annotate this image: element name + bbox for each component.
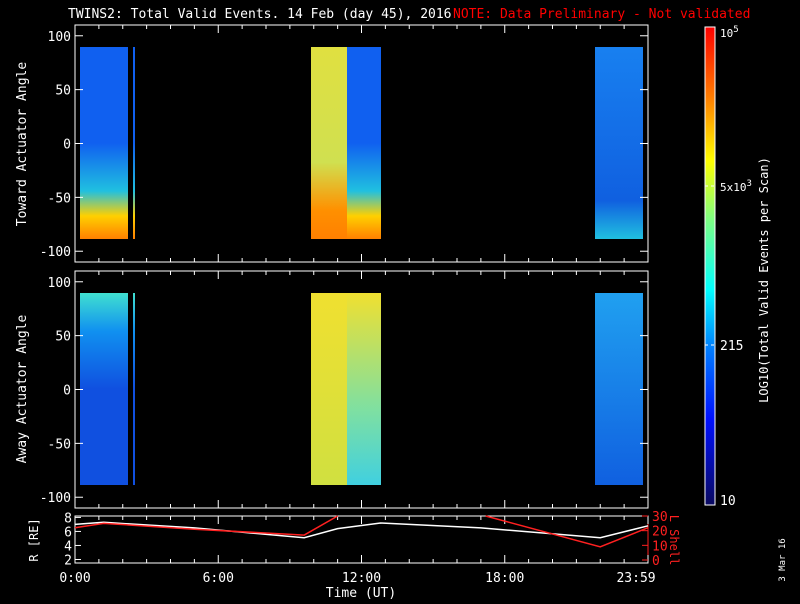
r-axis-label: R [RE] bbox=[27, 518, 41, 561]
x-tick-label: 6:00 bbox=[203, 571, 234, 586]
x-tick-label: 0:00 bbox=[59, 571, 90, 586]
colorbar-tick-mid: 5x103 bbox=[720, 179, 752, 194]
r-tick-label: 2 bbox=[64, 553, 72, 568]
toward-block-1 bbox=[80, 47, 128, 239]
twins-plot: TWINS2: Total Valid Events. 14 Feb (day … bbox=[15, 7, 788, 601]
toward-panel: Toward Actuator Angle 100 50 0 -50 -100 bbox=[15, 24, 649, 263]
lshell-tick-label: 10 bbox=[652, 539, 668, 554]
r-line bbox=[74, 521, 649, 539]
y-tick-label: 100 bbox=[48, 30, 71, 45]
toward-block-1b bbox=[133, 47, 135, 239]
date-stamp: 3 Mar 16 bbox=[778, 538, 788, 581]
away-block-1 bbox=[80, 293, 128, 485]
colorbar-tick-min: 10 bbox=[720, 494, 736, 509]
y-tick-label: -100 bbox=[40, 245, 71, 260]
lshell-line bbox=[74, 515, 338, 536]
toward-block-3 bbox=[595, 47, 643, 239]
away-panel: Away Actuator Angle 100 50 0 -50 -100 bbox=[15, 270, 649, 509]
toward-block-2 bbox=[311, 47, 347, 239]
colorbar-tick-215: 215 bbox=[720, 339, 743, 354]
colorbar-label: LOG10(Total Valid Events per Scan) bbox=[757, 157, 771, 403]
colorbar-tick-max: 105 bbox=[720, 25, 739, 40]
away-block-3 bbox=[595, 293, 643, 485]
preliminary-note: NOTE: Data Preliminary - Not validated bbox=[453, 7, 750, 22]
y-tick-label: -100 bbox=[40, 491, 71, 506]
lshell-tick-label: 20 bbox=[652, 525, 668, 540]
x-tick-label: 23:59 bbox=[616, 571, 655, 586]
time-axis-label: Time (UT) bbox=[326, 586, 396, 600]
y-tick-label: 0 bbox=[63, 384, 71, 399]
ephemeris-panel: 0:00 6:00 12:00 18:00 23:59 8642 3020100 R [RE… bbox=[27, 510, 681, 601]
lshell-axis-label: L Shell bbox=[667, 515, 681, 566]
toward-block-2b bbox=[347, 47, 381, 239]
x-tick-label: 12:00 bbox=[342, 571, 381, 586]
x-tick-label: 18:00 bbox=[485, 571, 524, 586]
away-block-2b bbox=[347, 293, 381, 485]
colorbar: 105 5x103 215 10 LOG10(Total Valid Event… bbox=[704, 25, 771, 509]
y-tick-label: 100 bbox=[48, 276, 71, 291]
away-ylabel: Away Actuator Angle bbox=[15, 314, 30, 463]
away-block-2 bbox=[311, 293, 347, 485]
y-tick-label: -50 bbox=[48, 191, 71, 206]
r-tick-label: 8 bbox=[64, 511, 72, 526]
y-tick-label: 50 bbox=[55, 84, 71, 99]
r-tick-label: 6 bbox=[64, 525, 72, 540]
toward-ylabel: Toward Actuator Angle bbox=[15, 62, 30, 227]
y-tick-label: 50 bbox=[55, 330, 71, 345]
plot-title: TWINS2: Total Valid Events. 14 Feb (day … bbox=[68, 7, 452, 22]
away-block-1b bbox=[133, 293, 135, 485]
lshell-tick-label: 0 bbox=[652, 554, 660, 569]
y-tick-label: -50 bbox=[48, 437, 71, 452]
lshell-tick-label: 30 bbox=[652, 510, 668, 525]
r-tick-label: 4 bbox=[64, 539, 72, 554]
y-tick-label: 0 bbox=[63, 138, 71, 153]
